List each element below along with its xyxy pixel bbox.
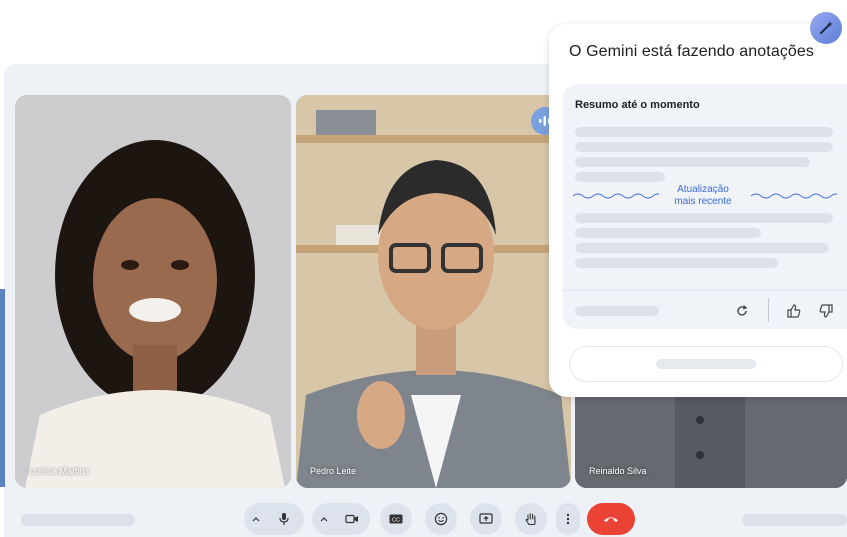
videocam-icon [345, 514, 358, 524]
camera-control-group [312, 503, 370, 535]
refresh-button[interactable] [731, 300, 753, 322]
camera-options-button[interactable] [312, 503, 336, 535]
participant-name: Reinaldo Silva [589, 466, 647, 476]
participant-video-pedro [296, 95, 571, 488]
closed-captions-icon: CC [389, 514, 403, 524]
thumbs-up-button[interactable] [783, 300, 805, 322]
divider [563, 290, 847, 291]
latest-update-label: Atualização mais recente [674, 184, 732, 207]
meeting-info-placeholder [21, 514, 135, 526]
placeholder-line [575, 142, 833, 152]
thumbs-down-icon [819, 304, 833, 318]
thumbs-up-icon [787, 304, 801, 318]
right-controls-placeholder [742, 514, 847, 526]
call-end-icon [604, 517, 618, 522]
more-vert-icon [566, 513, 570, 525]
mic-button[interactable] [268, 503, 300, 535]
placeholder-line [575, 258, 778, 268]
placeholder-line [575, 127, 833, 137]
summary-title: Resumo até o momento [575, 99, 700, 111]
raise-hand-icon [525, 513, 536, 526]
mic-control-group [244, 503, 304, 535]
chevron-up-icon [252, 517, 260, 522]
wave-divider-left [573, 193, 659, 199]
side-accent-bar [0, 289, 5, 487]
mic-options-button[interactable] [244, 503, 268, 535]
more-options-button[interactable] [556, 503, 580, 535]
participant-video-lorena [15, 95, 291, 488]
camera-button[interactable] [336, 503, 368, 535]
vertical-separator [768, 298, 769, 322]
present-button[interactable] [470, 503, 502, 535]
emoji-icon [434, 512, 448, 526]
participant-name: Lorena Martins [29, 466, 90, 476]
panel-title: O Gemini está fazendo anotações [569, 43, 815, 60]
emoji-button[interactable] [425, 503, 457, 535]
placeholder-line [575, 172, 665, 182]
placeholder-line [575, 157, 810, 167]
microphone-icon [279, 513, 289, 525]
present-screen-icon [479, 513, 493, 524]
placeholder-line [575, 228, 761, 238]
summary-card: Resumo até o momento Atualização mais re… [563, 84, 847, 329]
wave-divider-right [751, 193, 837, 199]
end-call-button[interactable] [587, 503, 635, 535]
placeholder-line [575, 213, 833, 223]
refresh-icon [737, 305, 748, 316]
chevron-up-icon [320, 517, 328, 522]
prompt-input[interactable] [569, 346, 843, 382]
thumbs-down-button[interactable] [815, 300, 837, 322]
footer-placeholder [575, 306, 659, 316]
gemini-button[interactable] [810, 12, 842, 44]
participant-tile-pedro[interactable]: Pedro Leite [296, 95, 571, 488]
input-placeholder [656, 359, 756, 369]
raise-hand-button[interactable] [515, 503, 547, 535]
captions-button[interactable]: CC [380, 503, 412, 535]
placeholder-line [575, 243, 829, 253]
participant-tile-lorena[interactable]: Lorena Martins [15, 95, 291, 488]
svg-text:CC: CC [392, 517, 400, 523]
gemini-pen-sparkle-icon [820, 21, 833, 34]
participant-name: Pedro Leite [310, 466, 357, 476]
